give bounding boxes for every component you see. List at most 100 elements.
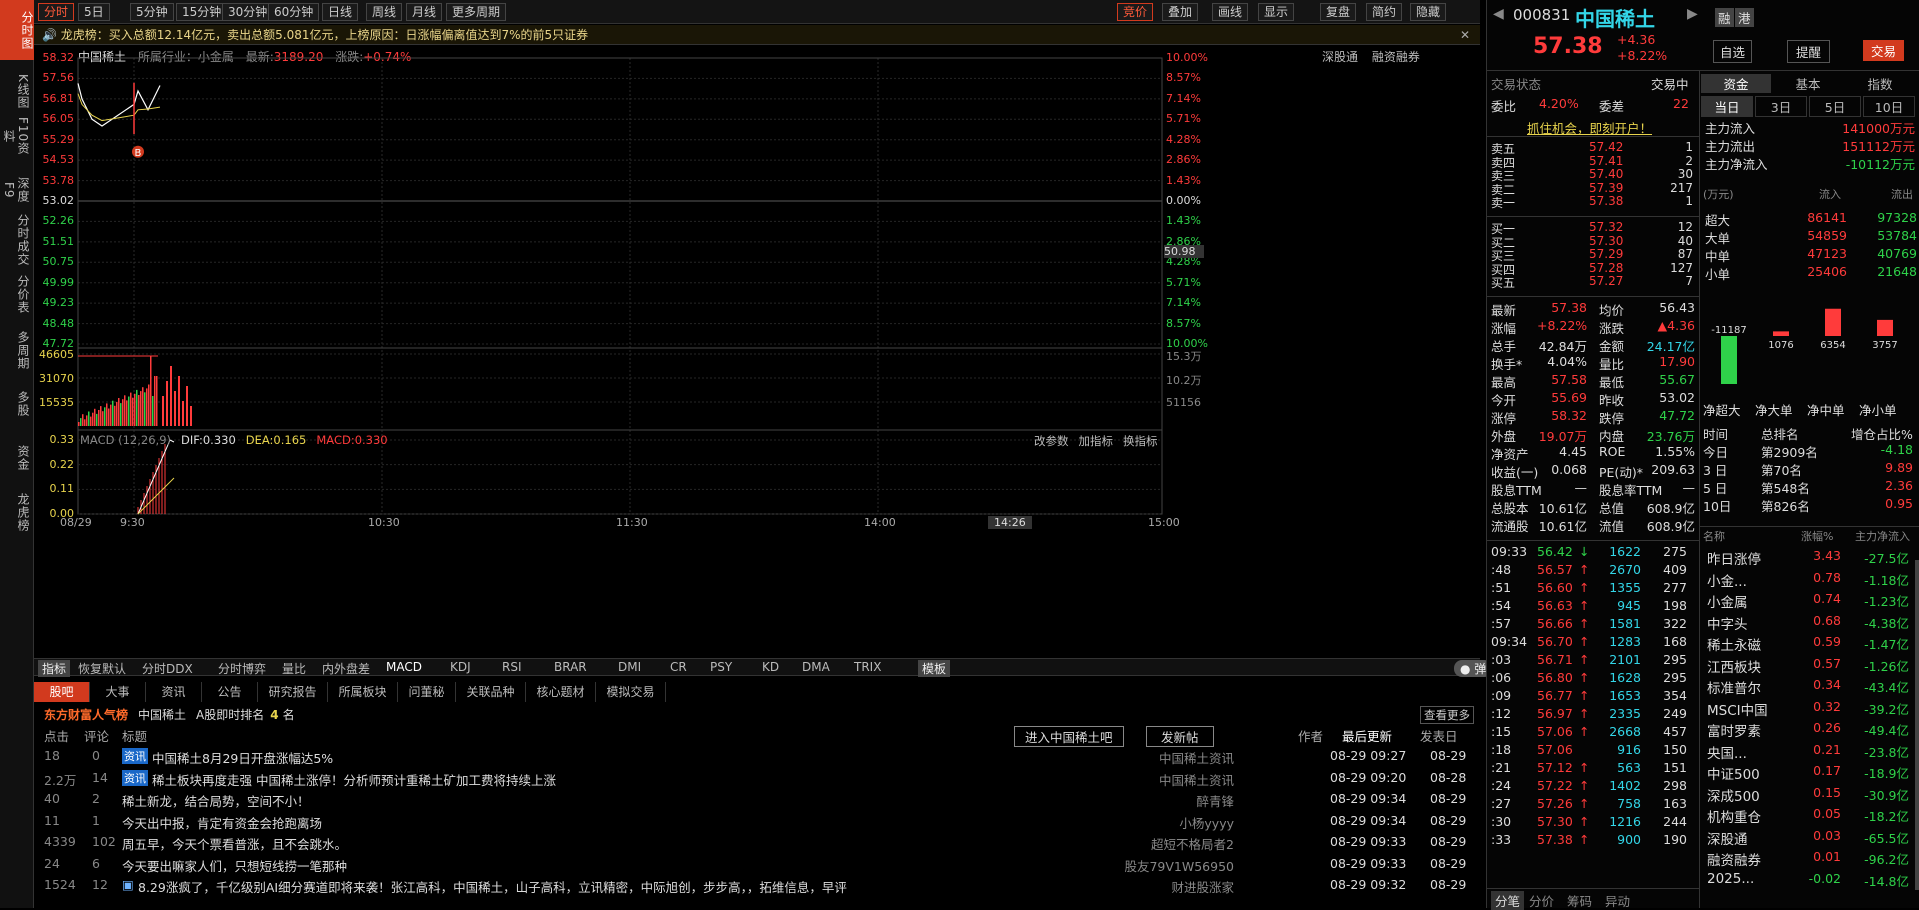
- news-tab-4[interactable]: 研究报告: [258, 682, 328, 702]
- sector-name[interactable]: 融资融券: [1707, 849, 1761, 869]
- watchlist-button[interactable]: 自选: [1713, 40, 1753, 63]
- bottom-tab-3[interactable]: 异动: [1605, 891, 1630, 910]
- sector-name[interactable]: 机构重仓: [1707, 806, 1761, 826]
- news-tab-8[interactable]: 核心题材: [526, 682, 596, 702]
- news-tab-3[interactable]: 公告: [202, 682, 258, 702]
- indicator-tab-11[interactable]: CR: [670, 660, 687, 674]
- news-row[interactable]: 18 0 资讯 中国稀土8月29日开盘涨幅达5% 中国稀土资讯 08-29 09:27 08…: [34, 746, 1474, 766]
- sector-name[interactable]: 富时罗素: [1707, 720, 1761, 740]
- indicator-tab-4[interactable]: 量比: [282, 660, 306, 677]
- toolbar-3[interactable]: 15分钟: [176, 3, 228, 21]
- indicator-tab-0[interactable]: 指标: [38, 660, 71, 677]
- sector-name[interactable]: 2025...: [1707, 871, 1754, 887]
- news-row[interactable]: 24 6 今天要出嘛家人们，只想短线捞一笔那种 股友79V1W56950 08-29 0…: [34, 854, 1474, 874]
- news-author[interactable]: 中国稀土资讯: [1084, 770, 1234, 789]
- news-title[interactable]: 周五早，今天个票看普涨，且不会跳水。: [122, 834, 347, 853]
- news-author[interactable]: 超短不格局者2: [1084, 834, 1234, 853]
- margin-badge[interactable]: 融: [1715, 8, 1734, 27]
- macd-btn-0[interactable]: 改参数: [1034, 434, 1069, 448]
- news-author[interactable]: 醉青锋: [1084, 791, 1234, 810]
- indicator-tab-7[interactable]: KDJ: [450, 660, 471, 674]
- sector-name[interactable]: 江西板块: [1707, 656, 1761, 676]
- sector-name[interactable]: 中字头: [1707, 613, 1748, 633]
- bottom-tab-1[interactable]: 分价: [1529, 891, 1554, 910]
- toolbar-7[interactable]: 周线: [366, 3, 403, 21]
- fund-tab-1[interactable]: 基本: [1773, 74, 1843, 93]
- fund-sub-1[interactable]: 3日: [1755, 96, 1807, 117]
- indicator-tab-6[interactable]: MACD: [386, 660, 422, 674]
- sector-name[interactable]: 小金...: [1707, 570, 1747, 590]
- news-tab-1[interactable]: 大事: [90, 682, 146, 702]
- hk-badge[interactable]: 港: [1735, 8, 1754, 27]
- news-title[interactable]: 稀土新龙，结合局势，空间不小！: [122, 791, 310, 810]
- news-col-4[interactable]: 最后更新: [1342, 726, 1392, 745]
- sector-col-1[interactable]: 涨幅%: [1801, 528, 1833, 544]
- toolbar-0[interactable]: 分时: [38, 3, 75, 21]
- fund-tab-2[interactable]: 指数: [1845, 74, 1915, 93]
- toolbar-right-1[interactable]: 叠加: [1162, 3, 1199, 21]
- bottom-tab-2[interactable]: 筹码: [1567, 891, 1592, 910]
- remind-button[interactable]: 提醒: [1787, 40, 1831, 63]
- toolbar-2[interactable]: 5分钟: [130, 3, 174, 21]
- sector-name[interactable]: 昨日涨停: [1707, 548, 1761, 568]
- sector-name[interactable]: MSCI中国: [1707, 699, 1768, 719]
- toolbar-right-3[interactable]: 显示: [1258, 3, 1295, 21]
- sector-name[interactable]: 央国...: [1707, 742, 1747, 762]
- news-tab-0[interactable]: 股吧: [34, 682, 90, 702]
- promo-link[interactable]: 抓住机会，即刻开户！: [1527, 118, 1652, 137]
- news-title[interactable]: 今天出中报，肯定有资金会抢跑离场: [122, 813, 322, 832]
- sector-name[interactable]: 深股通: [1707, 828, 1748, 848]
- indicator-tab-10[interactable]: DMI: [618, 660, 641, 674]
- toolbar-5[interactable]: 60分钟: [268, 3, 320, 21]
- bottom-tab-0[interactable]: 分笔: [1491, 891, 1525, 910]
- sector-name[interactable]: 中证500: [1707, 763, 1760, 783]
- sector-col-0[interactable]: 名称: [1703, 528, 1725, 544]
- sector-name[interactable]: 小金属: [1707, 591, 1748, 611]
- indicator-tab-13[interactable]: KD: [762, 660, 779, 674]
- sector-name[interactable]: 稀土永磁: [1707, 634, 1761, 654]
- news-author[interactable]: 股友79V1W56950: [1084, 856, 1234, 875]
- fund-sub-2[interactable]: 5日: [1809, 96, 1861, 117]
- toolbar-right-0[interactable]: 竞价: [1117, 3, 1154, 21]
- indicator-tab-3[interactable]: 分时博弈: [218, 660, 266, 677]
- sector-scrollbar[interactable]: [1915, 560, 1919, 890]
- news-tab-5[interactable]: 所属板块: [328, 682, 398, 702]
- news-tab-2[interactable]: 资讯: [146, 682, 202, 702]
- news-author[interactable]: 小杨yyyy: [1084, 813, 1234, 832]
- news-col-5[interactable]: 发表日: [1420, 726, 1458, 745]
- sector-col-2[interactable]: 主力净流入: [1855, 528, 1910, 544]
- news-row[interactable]: 11 1 今天出中报，肯定有资金会抢跑离场 小杨yyyy 08-29 09:34 08-2…: [34, 811, 1474, 831]
- indicator-tab-1[interactable]: 恢复默认: [78, 660, 126, 677]
- news-row[interactable]: 1524 12 ▣ 8.29涨疯了，千亿级别AI细分赛道即将来袭！张江高科，中国稀土，…: [34, 875, 1474, 895]
- news-title[interactable]: 稀土板块再度走强 中国稀土涨停！分析师预计重稀土矿加工费将持续上涨: [152, 770, 556, 789]
- indicator-tab-2[interactable]: 分时DDX: [142, 660, 193, 677]
- macd-btn-2[interactable]: 换指标: [1123, 434, 1158, 448]
- toolbar-4[interactable]: 30分钟: [222, 3, 274, 21]
- toolbar-6[interactable]: 日线: [322, 3, 359, 21]
- indicator-tab-14[interactable]: DMA: [802, 660, 830, 674]
- news-row[interactable]: 2.2万 14 资讯 稀土板块再度走强 中国稀土涨停！分析师预计重稀土矿加工费将持续上…: [34, 768, 1474, 788]
- more-button[interactable]: 查看更多: [1420, 706, 1474, 724]
- indicator-tab-16[interactable]: 模板: [918, 660, 951, 677]
- fund-sub-0[interactable]: 当日: [1701, 96, 1753, 117]
- news-tab-9[interactable]: 模拟交易: [596, 682, 666, 702]
- toolbar-right-5[interactable]: 简约: [1366, 3, 1403, 21]
- news-title[interactable]: 中国稀土8月29日开盘涨幅达5%: [152, 748, 333, 767]
- toolbar-right-2[interactable]: 画线: [1212, 3, 1249, 21]
- toolbar-right-4[interactable]: 复盘: [1320, 3, 1357, 21]
- toolbar-9[interactable]: 更多周期: [446, 3, 507, 21]
- news-title[interactable]: 今天要出嘛家人们，只想短线捞一笔那种: [122, 856, 347, 875]
- indicator-tab-12[interactable]: PSY: [710, 660, 732, 674]
- news-row[interactable]: 40 2 稀土新龙，结合局势，空间不小！ 醉青锋 08-29 09:34 08-29: [34, 789, 1474, 809]
- news-row[interactable]: 4339 102 周五早，今天个票看普涨，且不会跳水。 超短不格局者2 08-29 09…: [34, 832, 1474, 852]
- indicator-tab-15[interactable]: TRIX: [854, 660, 881, 674]
- close-icon[interactable]: ✕: [1460, 25, 1470, 45]
- indicator-tab-9[interactable]: BRAR: [554, 660, 587, 674]
- post-button[interactable]: 发新帖: [1146, 726, 1214, 747]
- toolbar-8[interactable]: 月线: [406, 3, 443, 21]
- fund-tab-0[interactable]: 资金: [1701, 74, 1771, 93]
- sector-name[interactable]: 深成500: [1707, 785, 1760, 805]
- enter-bar-button[interactable]: 进入中国稀土吧: [1014, 726, 1124, 747]
- toolbar-1[interactable]: 5日: [78, 3, 110, 21]
- news-author[interactable]: 中国稀土资讯: [1084, 748, 1234, 767]
